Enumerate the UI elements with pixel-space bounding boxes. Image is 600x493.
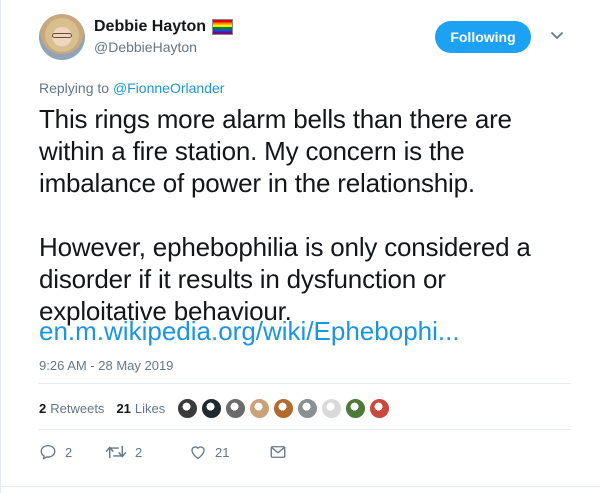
tweet-url-link[interactable]: en.m.wikipedia.org/wiki/Ephebophi... bbox=[39, 311, 460, 351]
retweet-icon bbox=[105, 445, 127, 459]
reply-icon bbox=[40, 444, 56, 460]
author-display-name[interactable]: Debbie Hayton bbox=[94, 17, 234, 37]
retweets-count: 2 bbox=[39, 400, 47, 416]
liker-avatar[interactable] bbox=[273, 397, 295, 419]
reply-context: Replying to @FionneOrlander bbox=[39, 80, 224, 96]
retweets-label: Retweets bbox=[50, 400, 105, 416]
reply-action[interactable]: 2 bbox=[39, 443, 105, 461]
avatar-glasses bbox=[52, 33, 72, 38]
liker-avatar[interactable] bbox=[249, 397, 271, 419]
reply-context-prefix: Replying to bbox=[39, 80, 110, 96]
retweet-action[interactable]: 2 bbox=[105, 443, 189, 461]
tweet-timestamp[interactable]: 9:26 AM - 28 May 2019 bbox=[39, 358, 173, 373]
liker-avatar[interactable] bbox=[321, 397, 343, 419]
author-display-name-text[interactable]: Debbie Hayton bbox=[94, 17, 206, 37]
tweet-card: Debbie Hayton @DebbieHayton Following Re… bbox=[0, 0, 600, 493]
following-button[interactable]: Following bbox=[435, 21, 531, 53]
author-avatar[interactable] bbox=[39, 14, 85, 60]
envelope-icon bbox=[270, 446, 286, 458]
liker-avatars bbox=[177, 397, 391, 419]
liker-avatar[interactable] bbox=[297, 397, 319, 419]
likes-label: Likes bbox=[134, 400, 166, 416]
liker-avatar[interactable] bbox=[369, 397, 391, 419]
like-action[interactable]: 21 bbox=[189, 443, 269, 461]
liker-avatar[interactable] bbox=[225, 397, 247, 419]
retweet-count: 2 bbox=[135, 444, 143, 460]
liker-avatar[interactable] bbox=[177, 397, 199, 419]
rainbow-flag-icon bbox=[212, 19, 234, 35]
tweet-text: This rings more alarm bells than there a… bbox=[39, 104, 531, 326]
bottom-border bbox=[1, 486, 600, 487]
author-handle[interactable]: @DebbieHayton bbox=[94, 39, 233, 55]
reply-count: 2 bbox=[65, 444, 73, 460]
divider bbox=[39, 429, 571, 430]
reply-mention-link[interactable]: @FionneOrlander bbox=[113, 80, 225, 96]
like-count: 21 bbox=[215, 444, 230, 460]
direct-message-action[interactable] bbox=[269, 443, 287, 461]
liker-avatar[interactable] bbox=[201, 397, 223, 419]
likes-count: 21 bbox=[116, 400, 131, 416]
tweet-actions: 2 2 21 bbox=[39, 440, 287, 464]
retweets-stat[interactable]: 2 Retweets bbox=[39, 401, 104, 416]
engagement-stats: 2 Retweets 21 Likes bbox=[39, 397, 391, 419]
chevron-down-icon[interactable] bbox=[549, 27, 565, 43]
likes-stat[interactable]: 21 Likes bbox=[116, 401, 165, 416]
divider bbox=[39, 383, 571, 384]
author-name-block: Debbie Hayton @DebbieHayton bbox=[94, 17, 234, 55]
liker-avatar[interactable] bbox=[345, 397, 367, 419]
heart-icon bbox=[191, 446, 205, 460]
